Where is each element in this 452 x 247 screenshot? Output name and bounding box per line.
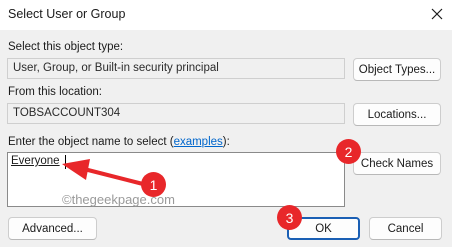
- annotation-badge-1: 1: [141, 172, 166, 197]
- object-names-label-text: Enter the object name to select (: [8, 136, 174, 148]
- entered-object-name: Everyone: [11, 155, 60, 167]
- annotation-badge-2: 2: [336, 139, 361, 164]
- examples-link[interactable]: examples: [174, 136, 223, 148]
- object-type-field: User, Group, or Built-in security princi…: [7, 58, 345, 79]
- annotation-badge-3: 3: [277, 205, 302, 230]
- close-icon: [431, 8, 443, 20]
- object-type-label: Select this object type:: [8, 41, 124, 53]
- object-names-label: Enter the object name to select (example…: [8, 136, 230, 148]
- check-names-button[interactable]: Check Names: [353, 152, 441, 175]
- advanced-button[interactable]: Advanced...: [8, 217, 97, 240]
- object-types-button[interactable]: Object Types...: [353, 58, 441, 81]
- close-button[interactable]: [426, 3, 448, 25]
- object-names-input[interactable]: Everyone: [7, 152, 345, 207]
- window-title: Select User or Group: [8, 7, 126, 21]
- location-label: From this location:: [8, 86, 102, 98]
- locations-button[interactable]: Locations...: [353, 103, 441, 126]
- object-names-label-end: ):: [222, 136, 230, 148]
- text-caret: [65, 155, 66, 169]
- title-bar: Select User or Group: [0, 0, 452, 30]
- location-field: TOBSACCOUNT304: [7, 103, 345, 124]
- cancel-button[interactable]: Cancel: [369, 217, 442, 240]
